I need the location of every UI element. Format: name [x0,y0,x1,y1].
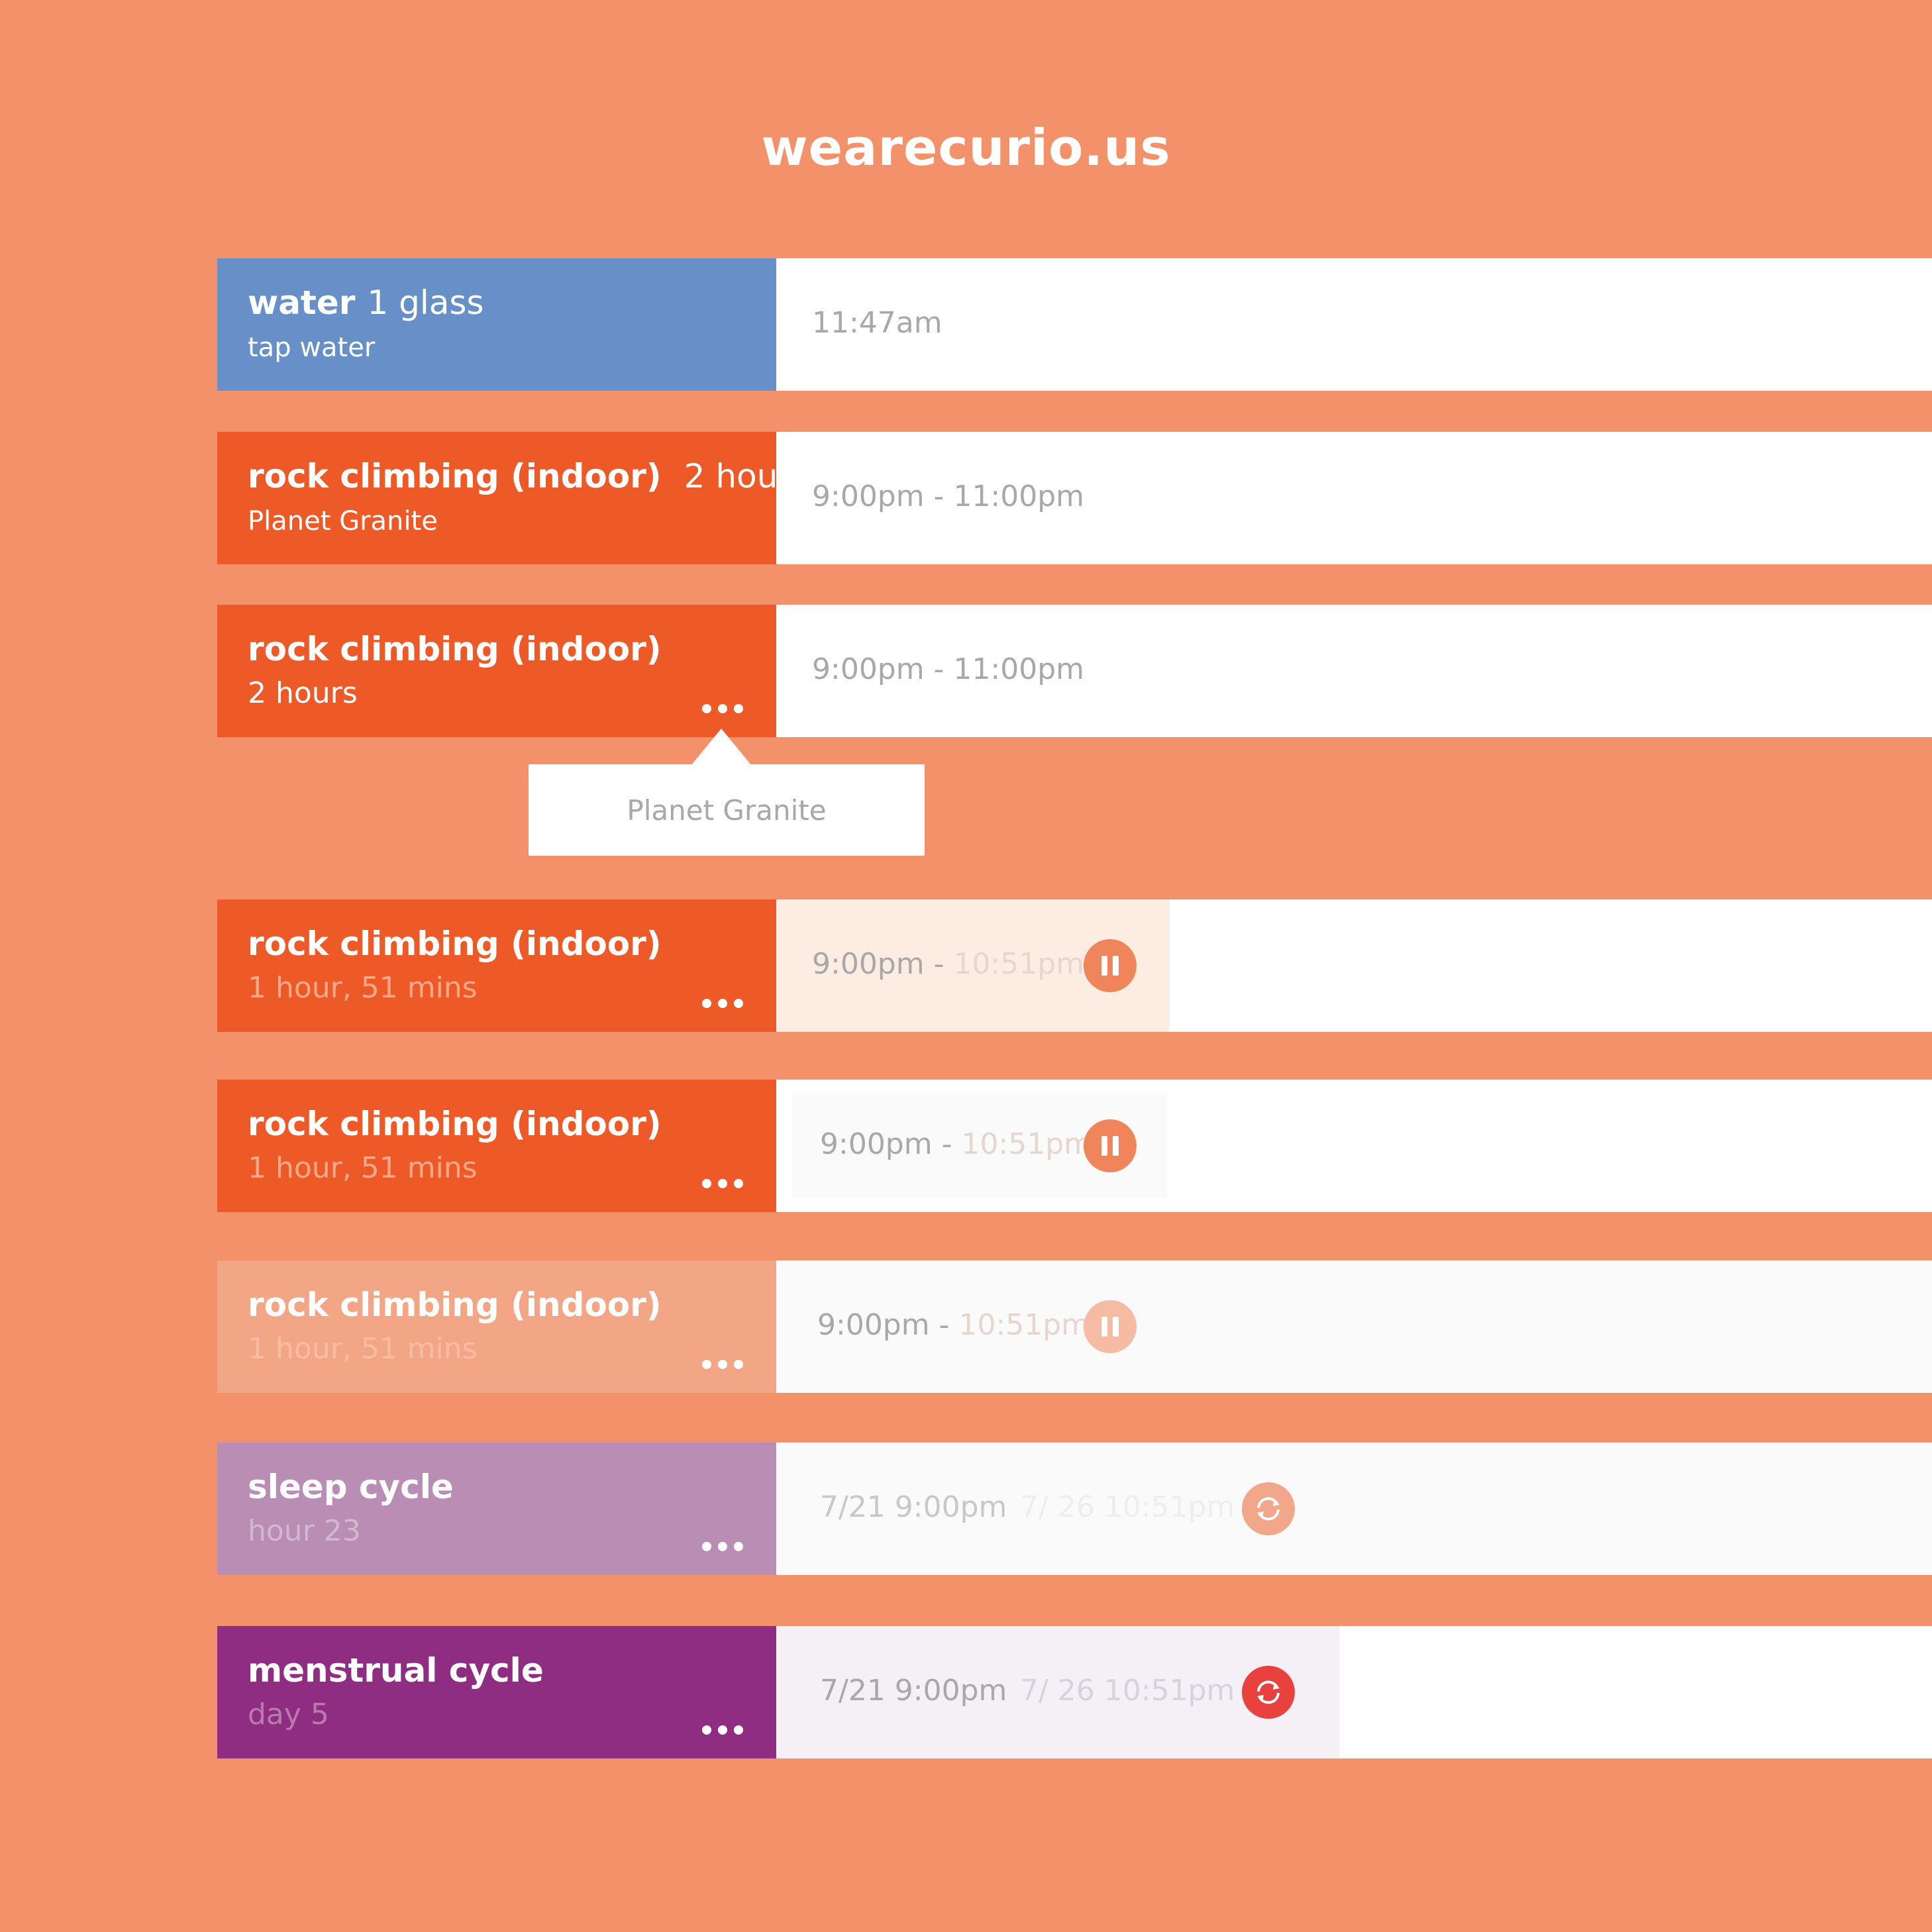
pause-icon[interactable] [1084,939,1137,992]
time-end: 10:51pm [958,1308,1090,1342]
entry-time: 9:00pm - 10:51pm [820,1127,1092,1161]
entry-label-rock-climbing[interactable]: rock climbing (indoor) 2 hours [217,605,776,737]
entry-subtitle: 2 hours [248,676,358,710]
entry-time: 9:00pm - 11:00pm [812,652,1085,686]
tooltip-arrow [691,729,752,766]
entry-label-rock-climbing[interactable]: rock climbing (indoor) 2 hours Planet Gra… [217,432,809,564]
tooltip-text: Planet Granite [627,793,827,827]
entry-time-strip[interactable]: 7/21 9:00pm 7/ 26 10:51pm [776,1626,1932,1758]
time-start: 9:00pm - [820,1127,962,1161]
refresh-glyph [1257,1497,1280,1521]
entry-label-water[interactable]: water 1 glass tap water [217,258,776,391]
entry-time-strip[interactable]: 11:47am [776,258,1932,391]
entry-subtitle: 1 hour, 51 mins [248,971,478,1005]
entry-time-strip[interactable]: 9:00pm - 10:51pm [776,1080,1932,1212]
entry-time-strip[interactable]: 9:00pm - 11:00pm [776,605,1932,737]
entry-time: 9:00pm - 11:00pm [812,480,1085,513]
entry-time-strip[interactable]: 9:00pm - 10:51pm [776,899,1932,1032]
entry-label-rock-climbing[interactable]: rock climbing (indoor) 1 hour, 51 mins [217,1260,776,1393]
entry-title: rock climbing (indoor) [248,457,662,495]
pause-icon[interactable] [1084,1119,1137,1172]
refresh-icon[interactable] [1242,1482,1295,1535]
refresh-glyph [1257,1680,1280,1704]
entry-title: menstrual cycle [248,1651,544,1690]
entry-title: water [248,283,356,322]
entry-time-strip[interactable]: 7/21 9:00pm 7/ 26 10:51pm [776,1443,1932,1575]
entry-subtitle: 1 hour, 51 mins [248,1151,478,1185]
entry-time-strip[interactable]: 9:00pm - 10:51pm [776,1260,1932,1393]
more-dots-icon[interactable] [702,1725,743,1735]
time-start: 7/21 9:00pm [820,1490,1007,1524]
entry-subtitle: hour 23 [248,1514,361,1548]
entry-subtitle: tap water [248,332,376,363]
refresh-icon[interactable] [1242,1666,1295,1719]
entry-subtitle: day 5 [248,1698,329,1731]
entry-title: rock climbing (indoor) [248,925,662,963]
entry-time: 11:47am [812,306,942,340]
entry-label-sleep-cycle[interactable]: sleep cycle hour 23 [217,1443,776,1575]
time-start: 9:00pm - [812,947,954,981]
entry-title: rock climbing (indoor) [248,1286,662,1324]
entry-title: rock climbing (indoor) [248,1105,662,1143]
entry-label-rock-climbing[interactable]: rock climbing (indoor) 1 hour, 51 mins [217,899,776,1032]
more-dots-icon[interactable] [702,1542,743,1551]
time-end: 7/ 26 10:51pm [1020,1674,1235,1707]
entry-time: 9:00pm - 10:51pm [812,947,1084,981]
entry-time-strip[interactable]: 9:00pm - 11:00pm [776,432,1932,564]
more-dots-icon[interactable] [702,1360,743,1369]
more-dots-icon[interactable] [702,1179,743,1188]
location-tooltip: Planet Granite [529,764,925,856]
entry-subtitle: Planet Granite [248,506,438,536]
time-end: 10:51pm [961,1127,1093,1161]
brand-title: wearecurio.us [761,118,1171,177]
entry-subtitle: 1 hour, 51 mins [248,1332,478,1366]
time-start: 9:00pm - [817,1308,959,1342]
entry-label-rock-climbing[interactable]: rock climbing (indoor) 1 hour, 51 mins [217,1080,776,1212]
entry-title: rock climbing (indoor) [248,630,662,668]
entry-label-menstrual-cycle[interactable]: menstrual cycle day 5 [217,1626,776,1758]
entry-title: sleep cycle [248,1468,454,1506]
time-start: 7/21 9:00pm [820,1674,1007,1707]
entry-quantity: 1 glass [367,283,484,322]
time-end: 10:51pm [953,947,1085,981]
more-dots-icon[interactable] [702,999,743,1008]
entry-time: 9:00pm - 10:51pm [817,1308,1090,1342]
pause-icon[interactable] [1084,1300,1137,1353]
more-dots-icon[interactable] [702,704,743,713]
time-end: 7/ 26 10:51pm [1020,1490,1235,1524]
